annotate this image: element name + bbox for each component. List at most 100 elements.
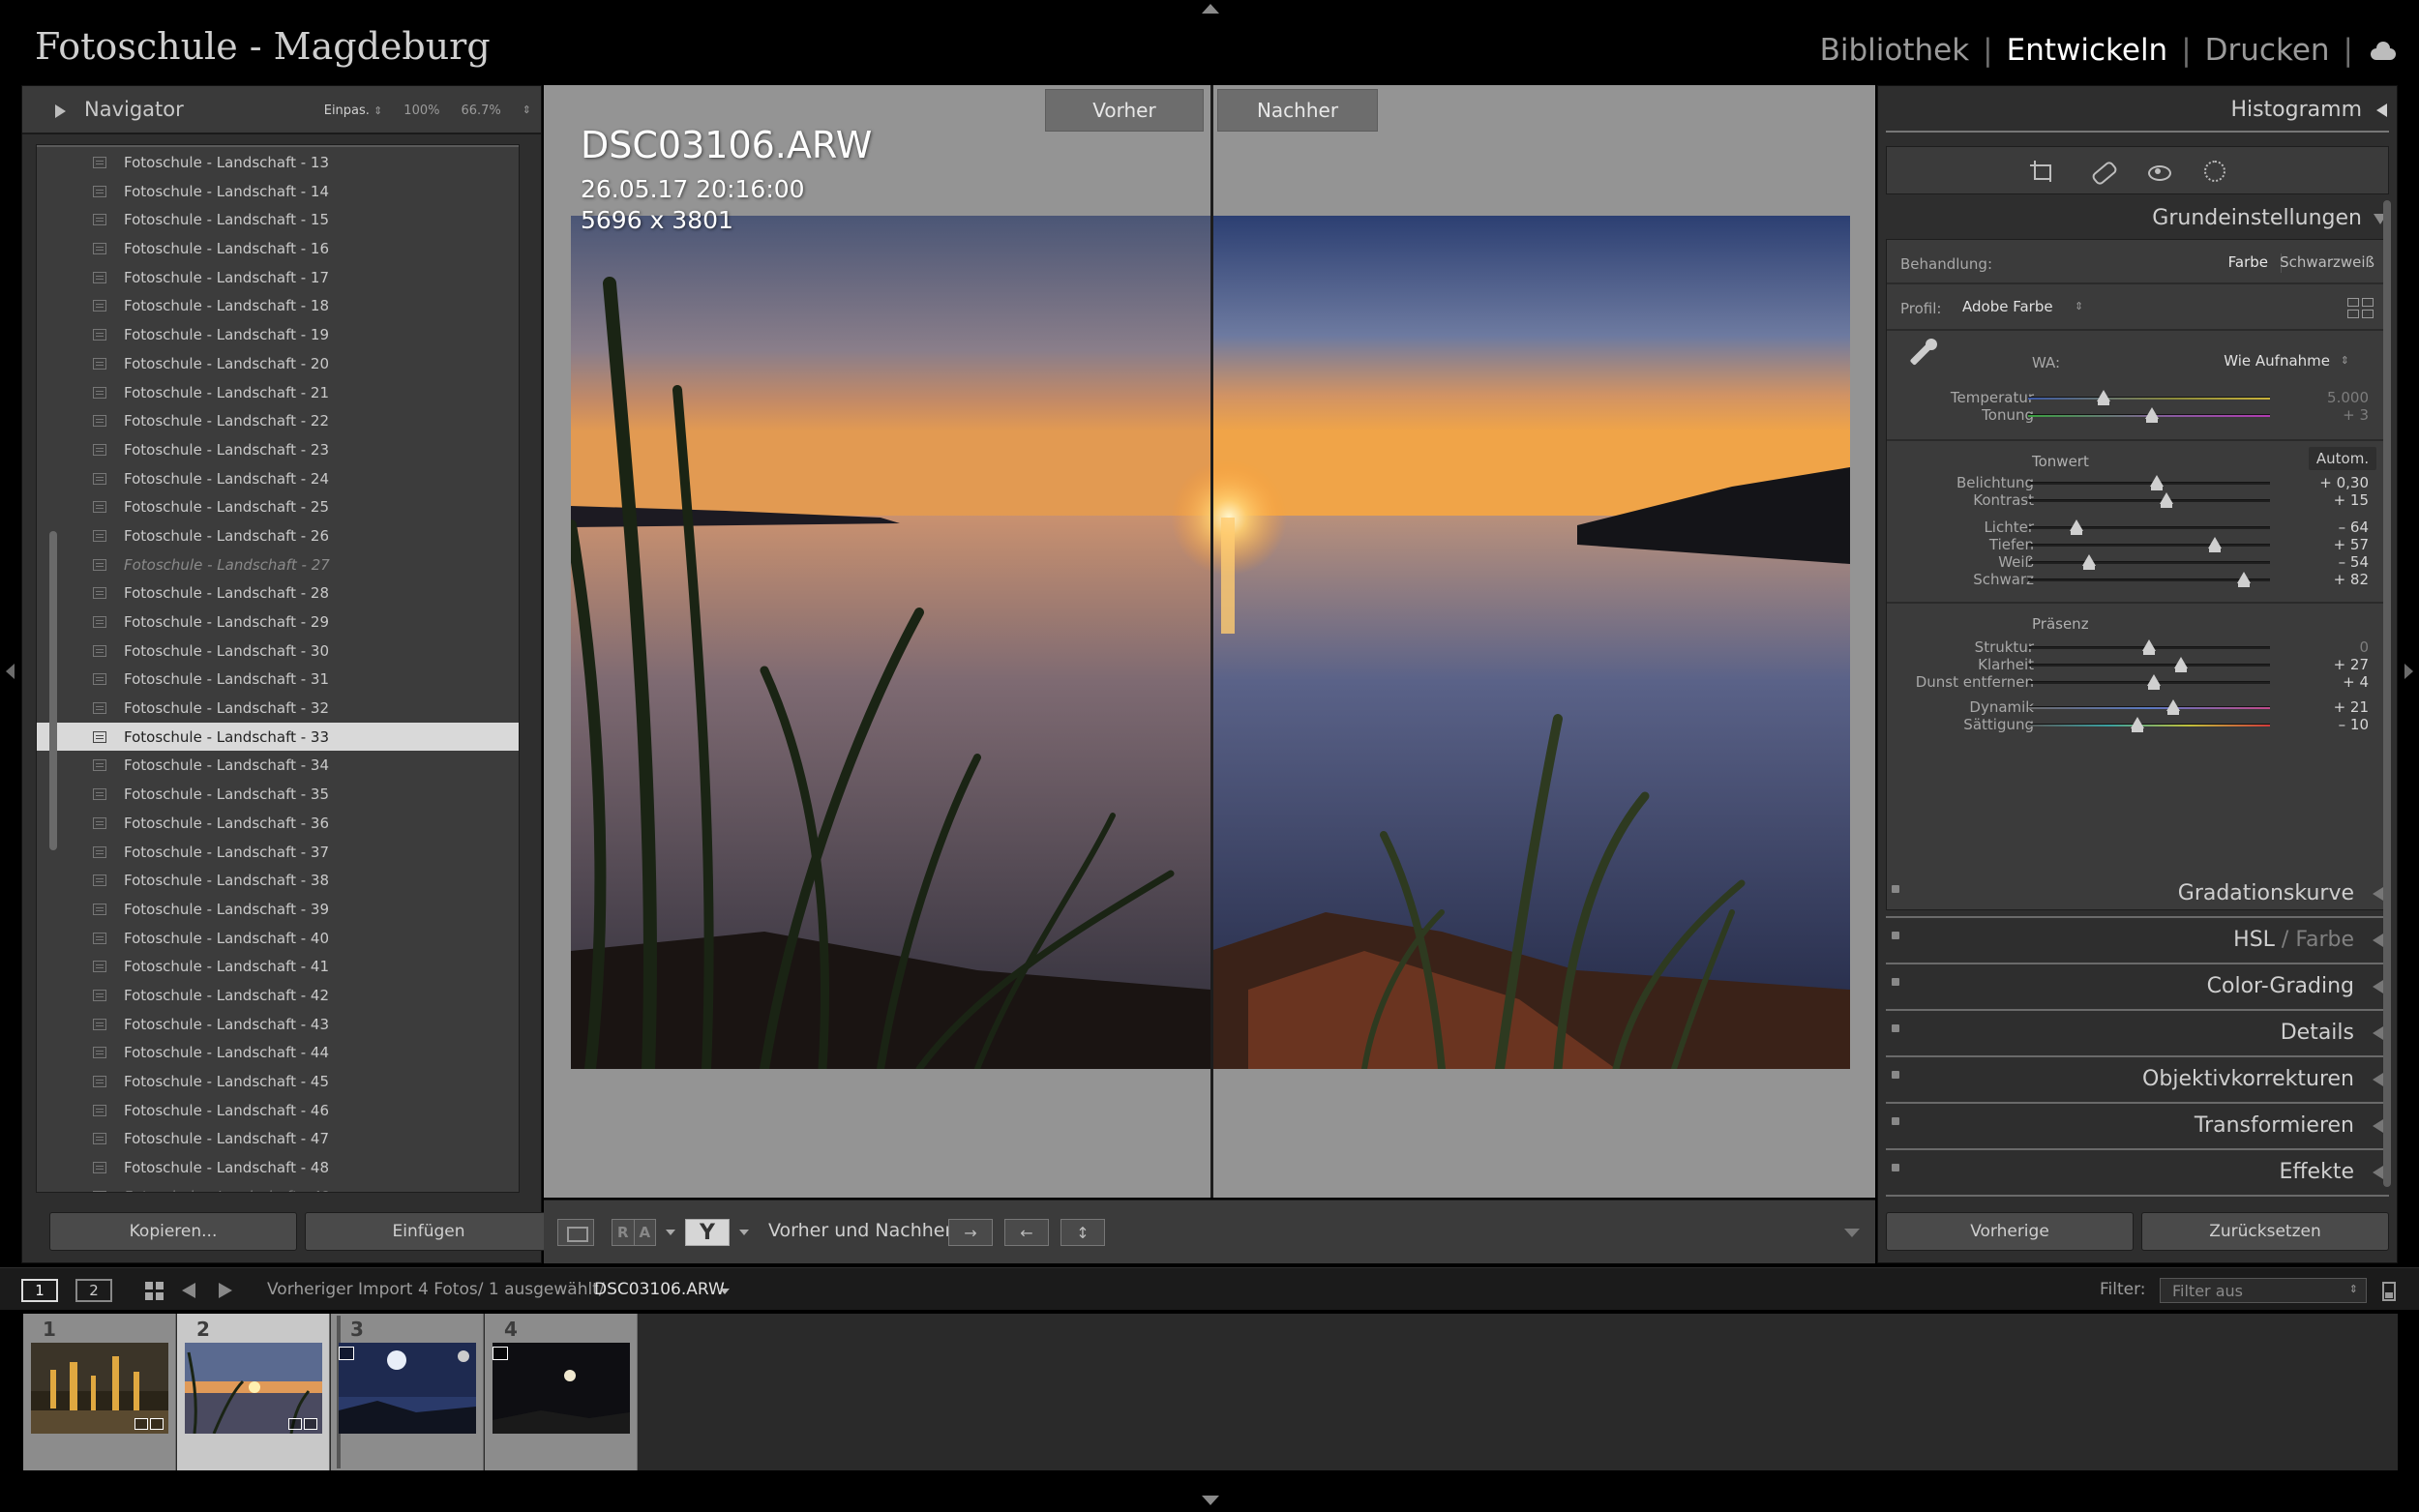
collection-item[interactable]: Fotoschule - Landschaft - 39 bbox=[37, 895, 519, 924]
collection-item[interactable]: Fotoschule - Landschaft - 22 bbox=[37, 406, 519, 435]
collapse-top-icon[interactable] bbox=[1202, 4, 1219, 14]
grid-view-icon[interactable] bbox=[145, 1282, 164, 1301]
slider-track[interactable] bbox=[2028, 537, 2270, 552]
collection-item[interactable]: Fotoschule - Landschaft - 44 bbox=[37, 1038, 519, 1067]
filmstrip-thumbnail-selected[interactable]: 2 bbox=[177, 1314, 330, 1470]
copy-after-to-before-button[interactable]: ← bbox=[1004, 1219, 1049, 1246]
color-grading-panel[interactable]: Color-Grading bbox=[1886, 966, 2389, 1013]
reset-button[interactable]: Zurücksetzen bbox=[2141, 1212, 2389, 1251]
collection-item[interactable]: Fotoschule - Landschaft - 47 bbox=[37, 1124, 519, 1153]
dehaze-slider[interactable]: Dunst entfernen + 4 bbox=[1887, 669, 2388, 695]
slider-value[interactable]: + 15 bbox=[2334, 491, 2369, 509]
swap-before-after-button[interactable]: ↕ bbox=[1060, 1219, 1105, 1246]
collapse-triangle-icon[interactable] bbox=[2376, 104, 2387, 117]
panel-toggle-icon[interactable] bbox=[1892, 1024, 1899, 1032]
auto-tone-button[interactable]: Autom. bbox=[2309, 447, 2376, 470]
collection-item[interactable]: Fotoschule - Landschaft - 49 bbox=[37, 1182, 519, 1192]
up-down-icon[interactable]: ⇕ bbox=[2075, 300, 2083, 312]
right-panel-scrollbar[interactable] bbox=[2383, 200, 2391, 1187]
slider-thumb[interactable] bbox=[2159, 492, 2173, 508]
slider-thumb[interactable] bbox=[2096, 390, 2110, 405]
panel-toggle-icon[interactable] bbox=[1892, 1071, 1899, 1079]
slider-thumb[interactable] bbox=[2130, 717, 2144, 732]
masking-icon[interactable] bbox=[2202, 159, 2227, 184]
collection-item[interactable]: Fotoschule - Landschaft - 31 bbox=[37, 665, 519, 694]
panel-toggle-icon[interactable] bbox=[1892, 1117, 1899, 1125]
collection-item[interactable]: Fotoschule - Landschaft - 17 bbox=[37, 263, 519, 292]
slider-value[interactable]: – 10 bbox=[2339, 716, 2369, 733]
treatment-color-option[interactable]: Farbe bbox=[2228, 253, 2268, 271]
chevron-down-icon[interactable] bbox=[720, 1289, 730, 1294]
collapse-triangle-icon[interactable] bbox=[2373, 980, 2383, 993]
collection-item[interactable]: Fotoschule - Landschaft - 28 bbox=[37, 578, 519, 608]
module-library[interactable]: Bibliothek bbox=[1814, 33, 1976, 68]
collection-item-selected[interactable]: Fotoschule - Landschaft - 33 bbox=[37, 722, 519, 752]
treatment-bw-option[interactable]: Schwarzweiß bbox=[2280, 253, 2374, 271]
collapse-triangle-icon[interactable] bbox=[2373, 934, 2383, 947]
slider-thumb[interactable] bbox=[2173, 657, 2188, 672]
loupe-view-button[interactable] bbox=[557, 1219, 594, 1246]
filmstrip-filename[interactable]: DSC03106.ARW bbox=[594, 1280, 725, 1299]
collection-item[interactable]: Fotoschule - Landschaft - 14 bbox=[37, 177, 519, 206]
collapse-triangle-icon[interactable] bbox=[2373, 1073, 2383, 1086]
module-print[interactable]: Drucken bbox=[2199, 33, 2336, 68]
collection-item[interactable]: Fotoschule - Landschaft - 35 bbox=[37, 780, 519, 809]
previous-settings-button[interactable]: Vorherige bbox=[1886, 1212, 2134, 1251]
slider-track[interactable] bbox=[2028, 717, 2270, 732]
collection-item[interactable]: Fotoschule - Landschaft - 34 bbox=[37, 751, 519, 780]
basic-panel-header[interactable]: Grundeinstellungen bbox=[2152, 206, 2362, 230]
slider-thumb[interactable] bbox=[2236, 572, 2251, 587]
collection-item[interactable]: Fotoschule - Landschaft - 20 bbox=[37, 349, 519, 378]
profile-browser-icon[interactable] bbox=[2347, 298, 2374, 319]
collection-item[interactable]: Fotoschule - Landschaft - 48 bbox=[37, 1153, 519, 1182]
collection-item[interactable]: Fotoschule - Landschaft - 43 bbox=[37, 1010, 519, 1039]
panel-toggle-icon[interactable] bbox=[1892, 932, 1899, 939]
reference-view-button[interactable]: R A bbox=[612, 1219, 656, 1246]
filmstrip-thumbnail[interactable]: 3 bbox=[331, 1314, 484, 1470]
slider-track[interactable] bbox=[2028, 639, 2270, 655]
details-panel[interactable]: Details bbox=[1886, 1013, 2389, 1059]
lens-corrections-panel[interactable]: Objektivkorrekturen bbox=[1886, 1059, 2389, 1106]
slider-thumb[interactable] bbox=[2070, 519, 2083, 535]
collection-item[interactable]: Fotoschule - Landschaft - 24 bbox=[37, 464, 519, 493]
slider-track[interactable] bbox=[2028, 572, 2270, 587]
collection-item[interactable]: Fotoschule - Landschaft - 27 bbox=[37, 550, 519, 579]
collapse-right-icon[interactable] bbox=[2404, 664, 2413, 679]
filter-select[interactable]: Filter aus ⇕ bbox=[2160, 1278, 2367, 1303]
back-arrow-icon[interactable] bbox=[182, 1283, 195, 1298]
forward-arrow-icon[interactable] bbox=[219, 1283, 232, 1298]
slider-track[interactable] bbox=[2028, 492, 2270, 508]
filmstrip-thumbnail[interactable]: 4 bbox=[485, 1314, 638, 1470]
navigator-header[interactable]: Navigator Einpas. ⇕ 100% 66.7% ⇕ bbox=[22, 86, 541, 134]
eyedropper-icon[interactable] bbox=[1898, 333, 1943, 377]
slider-track[interactable] bbox=[2028, 390, 2270, 405]
red-eye-icon[interactable] bbox=[2146, 159, 2171, 184]
collection-item[interactable]: Fotoschule - Landschaft - 40 bbox=[37, 924, 519, 953]
slider-thumb[interactable] bbox=[2147, 674, 2161, 690]
up-down-icon[interactable]: ⇕ bbox=[2341, 354, 2349, 367]
slider-thumb[interactable] bbox=[2081, 554, 2096, 570]
primary-window-button[interactable]: 1 bbox=[21, 1279, 58, 1302]
collapse-triangle-icon[interactable] bbox=[2373, 887, 2383, 901]
slider-track[interactable] bbox=[2028, 674, 2270, 690]
expand-triangle-icon[interactable] bbox=[55, 104, 66, 118]
before-after-split-button[interactable] bbox=[685, 1219, 730, 1246]
collection-item[interactable]: Fotoschule - Landschaft - 41 bbox=[37, 952, 519, 981]
tone-curve-panel[interactable]: Gradationskurve bbox=[1886, 874, 2389, 920]
copy-button[interactable]: Kopieren... bbox=[49, 1212, 297, 1251]
collapse-left-icon[interactable] bbox=[6, 664, 15, 679]
collection-item[interactable]: Fotoschule - Landschaft - 18 bbox=[37, 291, 519, 320]
effects-panel[interactable]: Effekte bbox=[1886, 1152, 2389, 1199]
slider-value[interactable]: + 3 bbox=[2343, 406, 2369, 424]
collection-item[interactable]: Fotoschule - Landschaft - 38 bbox=[37, 866, 519, 895]
left-panel-scrollbar[interactable] bbox=[49, 531, 57, 850]
filmstrip-source[interactable]: Vorheriger Import bbox=[267, 1280, 412, 1299]
collection-item[interactable]: Fotoschule - Landschaft - 15 bbox=[37, 205, 519, 234]
paste-button[interactable]: Einfügen bbox=[305, 1212, 552, 1251]
transform-panel[interactable]: Transformieren bbox=[1886, 1106, 2389, 1152]
white-balance-select[interactable]: Wie Aufnahme bbox=[2224, 352, 2330, 370]
slider-track[interactable] bbox=[2028, 657, 2270, 672]
zoom-fit-option[interactable]: Einpas. ⇕ bbox=[324, 104, 383, 118]
collection-item[interactable]: Fotoschule - Landschaft - 19 bbox=[37, 320, 519, 349]
split-divider[interactable] bbox=[1210, 85, 1213, 1198]
